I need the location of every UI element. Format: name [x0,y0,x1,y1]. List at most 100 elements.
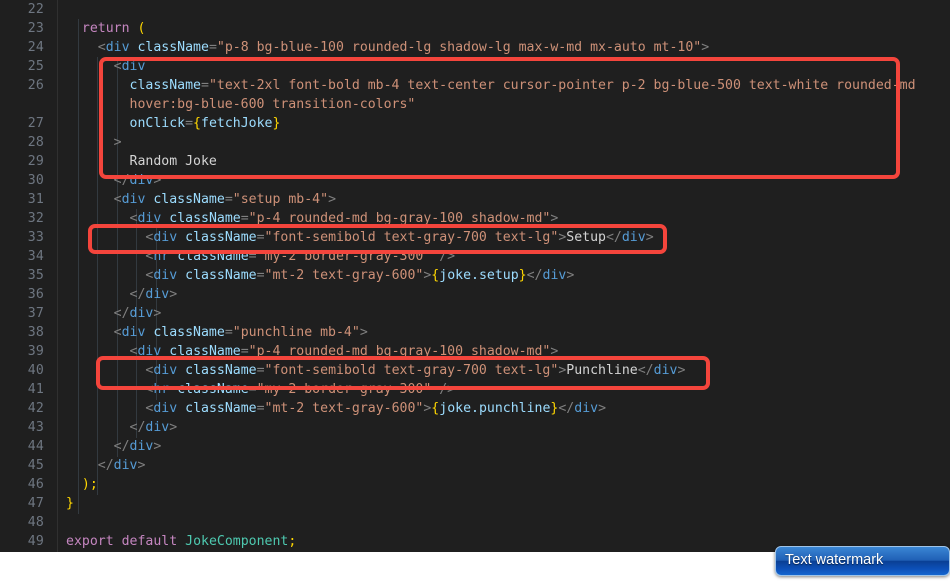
code-line[interactable]: 44 </div> [0,437,950,456]
code-token: = [224,192,233,207]
code-line[interactable]: 36 </div> [0,285,950,304]
code-line-text: export default JokeComponent; [66,532,296,551]
code-line[interactable]: 45 </div> [0,456,950,475]
line-number: 29 [27,154,44,169]
code-line[interactable]: 25 <div [0,57,950,76]
code-line-text: <div className="p-8 bg-blue-100 rounded-… [98,38,709,57]
code-token: Random Joke [129,154,217,169]
code-token: } [518,268,527,283]
code-line[interactable]: 43 </div> [0,418,950,437]
code-line[interactable]: hover:bg-blue-600 transition-colors" [0,95,950,114]
code-line[interactable]: 33 <div className="font-semibold text-gra… [0,228,950,247]
code-line-text: return ( [82,19,146,38]
code-line[interactable]: 42 <div className="mt-2 text-gray-600">{j… [0,399,950,418]
code-line-text: <div className="p-4 rounded-md bg-gray-1… [130,209,559,228]
code-token: div [113,458,138,473]
line-number: 34 [27,249,44,264]
code-token: "my-2 border-gray-300" [256,249,432,264]
code-line[interactable]: 27 onClick={fetchJoke} [0,114,950,133]
code-line[interactable]: 26 className="text-2xl font-bold mb-4 tex… [0,76,950,95]
code-line[interactable]: 39 <div className="p-4 rounded-md bg-gray… [0,342,950,361]
code-token: div [621,230,646,245]
code-token: } [272,116,281,131]
code-line-text: </div> [114,171,162,190]
code-line[interactable]: 24 <div className="p-8 bg-blue-100 rounde… [0,38,950,57]
code-line-text: <div [114,57,146,76]
line-number: 24 [27,40,44,55]
code-line[interactable]: 28 > [0,133,950,152]
code-token: div [542,268,567,283]
code-token: Setup [566,230,606,245]
code-line[interactable]: 38 <div className="punchline mb-4"> [0,323,950,342]
code-content-area[interactable]: 22 23 return (24 <div className="p-8 bg-blu… [0,0,950,552]
code-token: className [177,382,249,397]
code-token: div [121,59,146,74]
code-token: className [169,344,241,359]
code-token: div [137,211,162,226]
code-token: = [256,268,265,283]
code-token: joke.punchline [439,401,551,416]
code-token: > [645,230,654,245]
code-line-text: <div className="punchline mb-4"> [114,323,368,342]
code-token: > [169,287,178,302]
code-token: div [153,363,178,378]
code-token: < [97,40,106,55]
code-line[interactable]: 35 <div className="mt-2 text-gray-600">{j… [0,266,950,285]
code-token: div [129,306,154,321]
code-line[interactable]: 22 [0,0,950,19]
code-token: div [653,363,678,378]
code-token: > [598,401,607,416]
code-token: </ [129,420,146,435]
code-line[interactable]: 37 </div> [0,304,950,323]
code-line[interactable]: 46); [0,475,950,494]
code-token: className [153,192,225,207]
code-line-text: <div className="setup mb-4"> [114,190,336,209]
code-token: div [153,268,178,283]
code-token: div [145,287,170,302]
code-line-text: <div className="mt-2 text-gray-600">{jok… [145,399,606,418]
code-token: hr [153,249,170,264]
code-token: div [121,325,146,340]
code-token: div [129,439,154,454]
code-token: "p-8 bg-blue-100 rounded-lg shadow-lg ma… [216,40,702,55]
code-token: > [169,420,178,435]
code-line[interactable]: 29 Random Joke [0,152,950,171]
code-token: < [113,325,122,340]
code-token: > [328,192,337,207]
line-number: 35 [27,268,44,283]
code-token: ; [288,534,297,549]
code-line[interactable]: 30 </div> [0,171,950,190]
line-number: 42 [27,401,44,416]
code-token: div [153,401,178,416]
code-line[interactable]: 47} [0,494,950,513]
code-token: "font-semibold text-gray-700 text-lg" [264,363,559,378]
code-editor[interactable]: 22 23 return (24 <div className="p-8 bg-blu… [0,0,950,552]
code-line-text: <div className="font-semibold text-gray-… [145,228,653,247]
code-line[interactable]: 32 <div className="p-4 rounded-md bg-gray… [0,209,950,228]
code-token: = [248,382,257,397]
code-line-text: <div className="font-semibold text-gray-… [145,361,685,380]
code-line[interactable]: 34 <hr className="my-2 border-gray-300" /… [0,247,950,266]
line-number: 43 [27,420,44,435]
code-token: = [208,40,217,55]
code-token: > [566,268,575,283]
code-token: </ [97,458,114,473]
code-line[interactable]: 23 return ( [0,19,950,38]
code-token: "punchline mb-4" [232,325,360,340]
code-token: } [66,496,74,511]
code-token: = [256,363,265,378]
code-line[interactable]: 48 [0,513,950,532]
code-line[interactable]: 40 <div className="font-semibold text-gra… [0,361,950,380]
code-line[interactable]: 41 <hr className="my-2 border-gray-300" /… [0,380,950,399]
code-token: </ [558,401,575,416]
code-token: /> [431,249,456,264]
line-number: 37 [27,306,44,321]
code-token: > [153,439,162,454]
code-token: className [185,230,257,245]
code-line[interactable]: 31 <div className="setup mb-4"> [0,190,950,209]
